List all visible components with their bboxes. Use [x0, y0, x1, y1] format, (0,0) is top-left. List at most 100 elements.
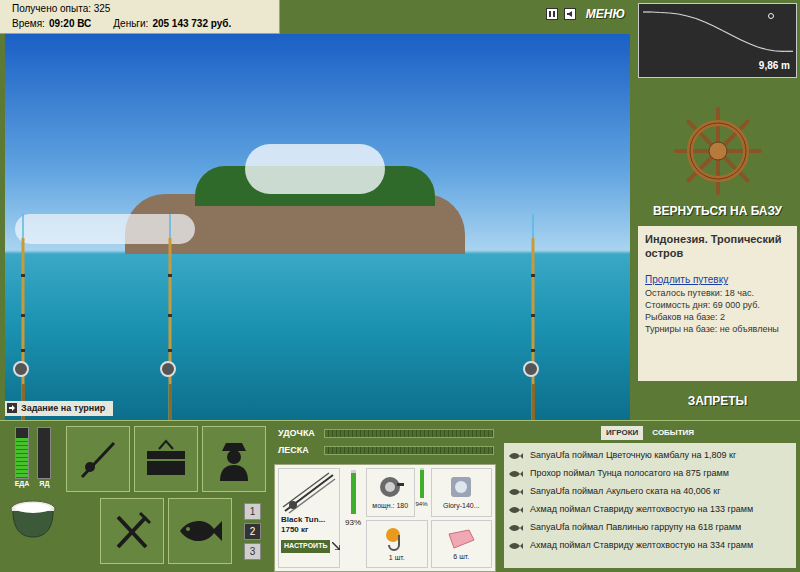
fishing-rod-icon[interactable]	[523, 214, 543, 420]
fish-icon	[508, 542, 524, 550]
bottom-area: ЕДАЯД 1 2 3 УДОЧКА ЛЕСКА Black Tun...1750 кг НА…	[0, 420, 800, 572]
experience: Получено опыта: 325	[12, 1, 267, 16]
tension-row: ЛЕСКА	[278, 444, 500, 458]
hud-line: Время:09:20 ВСДеньги:205 143 732 руб.	[12, 16, 267, 31]
scene-photo: Задание на турнир	[5, 34, 630, 420]
hook-count: 1 шт.	[389, 553, 405, 564]
time-label: Время:	[12, 16, 45, 31]
slot-button[interactable]: 1	[244, 503, 261, 520]
money-value: 205 143 732 руб.	[152, 16, 231, 31]
hud-panel: Получено опыта: 325Время:09:20 ВСДеньги:…	[0, 0, 280, 34]
depth-segment	[705, 22, 714, 26]
meters: ЕДАЯД	[15, 421, 52, 489]
status-column: ЕДАЯД	[0, 421, 66, 572]
tension-label: УДОЧКА	[278, 427, 324, 441]
line-name: Glory-140...	[443, 501, 480, 512]
depth-segment	[696, 19, 705, 23]
wear-fill	[420, 470, 424, 498]
ship-wheel-icon[interactable]	[673, 106, 763, 196]
expand-arrow-icon[interactable]	[332, 542, 340, 550]
cloud	[245, 144, 385, 194]
event-log: ИГРОКИ СОБЫТИЯ SanyaUfa поймал Цветочную к…	[500, 421, 800, 572]
fish-icon	[508, 524, 524, 532]
meter-fill	[16, 438, 28, 478]
bait-icon	[446, 526, 476, 552]
depth-segment	[749, 44, 758, 48]
line-slot[interactable]: Glory-140...	[431, 468, 493, 517]
fish-icon	[508, 506, 524, 514]
fish-icon	[508, 470, 524, 478]
rod-capacity: 1750 кг	[281, 525, 308, 535]
depth-segment	[661, 12, 670, 14]
fishing-line-icon	[447, 473, 475, 501]
depth-segment	[775, 50, 784, 51]
arrow-icon	[7, 403, 17, 413]
log-list: SanyaUfa поймал Цветочную камбалу на 1,8…	[504, 443, 796, 568]
fish-icon[interactable]	[168, 498, 232, 564]
tournament-task-button[interactable]: Задание на турнир	[5, 401, 113, 417]
tension-row: УДОЧКА	[278, 427, 500, 441]
bait-slot[interactable]: 6 шт.	[431, 520, 493, 569]
base-info-line: Осталось путевки: 18 час.	[645, 287, 790, 299]
base-info-line: Турниры на базе: не объявлены	[645, 323, 790, 335]
base-info-line: Стоимость дня: 69 000 руб.	[645, 299, 790, 311]
tackle-grid: мощн.: 18094% Glory-140... 1 шт. 6 шт.	[366, 468, 492, 568]
extend-trip-link[interactable]: Продлить путевку	[645, 272, 790, 287]
depth-segment	[687, 16, 696, 19]
slot-buttons: 1 2 3	[244, 498, 261, 564]
sound-icon[interactable]	[564, 8, 576, 20]
wear-track	[420, 468, 424, 498]
return-to-base-button[interactable]: ВЕРНУТЬСЯ НА БАЗУ	[635, 200, 800, 222]
fish-icon	[508, 488, 524, 496]
menu-button[interactable]: МЕНЮ	[586, 5, 625, 23]
pause-icon[interactable]	[546, 8, 558, 20]
reel-wear: 94%	[416, 468, 428, 517]
tackle-box-icon[interactable]	[134, 426, 198, 492]
side-panel: 9,86 m ВЕРНУТЬСЯ НА БАЗУ Индонезия. Тропич…	[635, 0, 800, 420]
rod-icon[interactable]	[66, 426, 130, 492]
meter-track	[15, 427, 29, 479]
log-entry-text: SanyaUfa поймал Акульего ската на 40,006…	[530, 485, 720, 499]
log-entry-text: Ахмад поймал Ставриду желтохвостую на 33…	[530, 539, 753, 553]
depth-segment	[652, 11, 661, 13]
wear-fill	[351, 473, 356, 514]
action-buttons: 1 2 3	[66, 421, 272, 572]
wear-percent: 94%	[416, 500, 428, 509]
rod-slot[interactable]: Black Tun...1750 кг НАСТРОИТЬ	[278, 468, 340, 568]
rod-wear: 93%	[343, 468, 363, 568]
money-label: Деньги:	[113, 16, 148, 31]
fishing-rod-icon[interactable]	[160, 214, 180, 420]
rod-icon	[281, 471, 337, 515]
tension-bars: УДОЧКА ЛЕСКА	[272, 421, 500, 457]
depth-chart: 9,86 m	[638, 3, 797, 78]
meter-track	[37, 427, 51, 479]
slot-button[interactable]: 2	[244, 523, 261, 540]
log-entry: Ахмад поймал Ставриду желтохвостую на 33…	[508, 537, 792, 555]
top-buttons: МЕНЮ	[546, 0, 635, 23]
hook-slot[interactable]: 1 шт.	[366, 520, 428, 569]
log-tab[interactable]: СОБЫТИЯ	[647, 426, 699, 440]
bans-button[interactable]: ЗАПРЕТЫ	[635, 381, 800, 420]
rod-name: Black Tun...	[281, 515, 325, 525]
depth-segment	[643, 11, 652, 12]
depth-segment	[678, 14, 687, 16]
reel-slot[interactable]: мощн.: 18094%	[366, 468, 428, 517]
depth-segment	[722, 31, 731, 36]
log-tab[interactable]: ИГРОКИ	[601, 426, 643, 440]
log-tabs: ИГРОКИ СОБЫТИЯ	[504, 426, 796, 440]
meter-label: ЕДА	[15, 479, 30, 489]
tackle-column: УДОЧКА ЛЕСКА Black Tun...1750 кг НАСТРОИТЬ 9…	[272, 421, 500, 572]
log-entry-text: Прохор поймал Тунца полосатого на 875 гр…	[530, 467, 729, 481]
top-area: Получено опыта: 325Время:09:20 ВСДеньги:…	[0, 0, 800, 420]
fisherman-icon[interactable]	[202, 426, 266, 492]
depth-segment	[740, 40, 749, 44]
fishing-rod-icon[interactable]	[13, 214, 33, 420]
setup-button[interactable]: НАСТРОИТЬ	[281, 540, 330, 553]
food-pot-icon[interactable]	[7, 495, 59, 539]
location-name: Индонезия. Тропический остров	[645, 232, 790, 260]
cutlery-icon[interactable]	[100, 498, 164, 564]
wear-track	[351, 470, 356, 514]
base-info-line: Рыбаков на базе: 2	[645, 311, 790, 323]
fish-icon	[508, 452, 524, 460]
slot-button[interactable]: 3	[244, 543, 261, 560]
